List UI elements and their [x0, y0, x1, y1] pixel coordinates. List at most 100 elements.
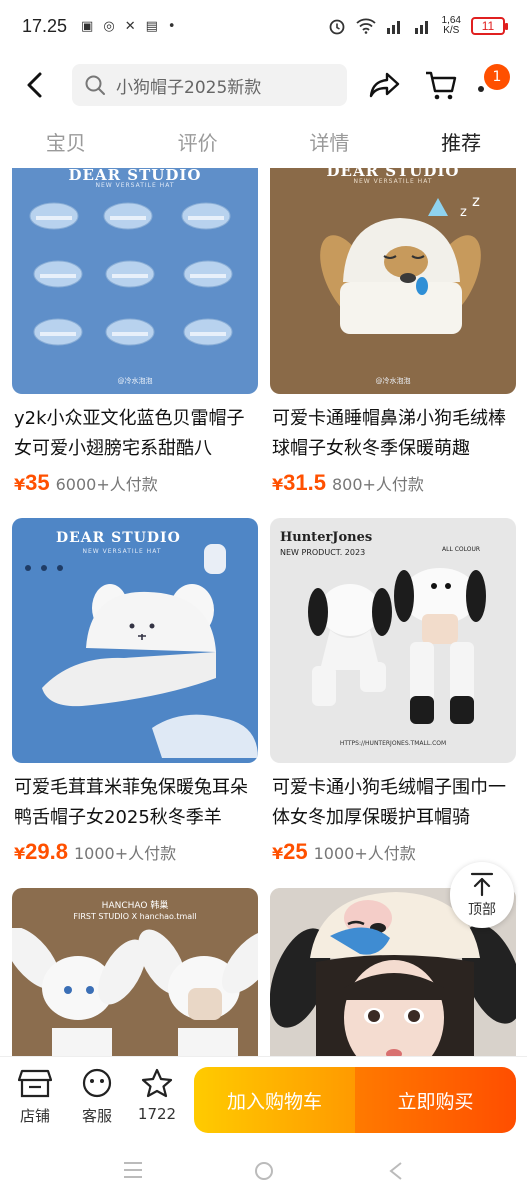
image-sub-text: NEW PRODUCT. 2023	[280, 548, 366, 557]
currency-symbol: ¥	[272, 844, 284, 863]
product-price: 25	[283, 839, 308, 864]
whatsapp-icon: ◎	[103, 18, 115, 34]
product-card[interactable]: HANCHAO 韩巢 FIRST STUDIO X hanchao.tmall	[12, 888, 258, 1056]
product-title: 可爱卡通小狗毛绒帽子围巾一体女冬加厚保暖护耳帽骑	[272, 777, 506, 828]
app-notification-icon: ▤	[145, 18, 158, 34]
buy-now-button[interactable]: 立即购买	[355, 1067, 516, 1133]
detail-tabs: 宝贝 评价 详情 推荐	[0, 118, 527, 168]
store-button[interactable]: 店铺	[8, 1067, 62, 1126]
recommend-grid: DEAR STUDIO NEW VERSATILE HAT @冷水泡泡 y2k小…	[0, 168, 527, 1056]
home-circle-icon	[255, 1162, 273, 1180]
bunny-cap-illustration	[25, 544, 258, 758]
sold-count: 1000+人付款	[313, 844, 416, 863]
product-image: HunterJones NEW PRODUCT. 2023 ALL COLOUR…	[270, 518, 516, 763]
product-title: y2k小众亚文化蓝色贝雷帽子女可爱小翅膀宅系甜酷八	[14, 408, 245, 459]
price-row: ¥ 35 6000+人付款	[12, 470, 258, 496]
beret-hats-illustration	[29, 202, 233, 346]
customer-service-button[interactable]: 客服	[70, 1067, 124, 1126]
product-card[interactable]: DEAR STUDIO NEW VERSATILE HAT 可爱毛茸茸米菲兔保暖…	[12, 518, 258, 865]
search-placeholder: 小狗帽子2025新款	[116, 77, 262, 98]
product-card[interactable]: DEAR STUDIO NEW VERSATILE HAT z z @冷水泡泡 …	[270, 168, 516, 496]
image-tag-text: ALL COLOUR	[442, 546, 481, 553]
search-icon	[85, 75, 105, 95]
product-card[interactable]: DEAR STUDIO NEW VERSATILE HAT @冷水泡泡 y2k小…	[12, 168, 258, 496]
image-brand-text: HANCHAO 韩巢	[101, 901, 169, 911]
product-image: DEAR STUDIO NEW VERSATILE HAT	[12, 518, 258, 763]
back-triangle-icon	[389, 1162, 402, 1180]
sold-count: 6000+人付款	[55, 475, 158, 494]
product-image: DEAR STUDIO NEW VERSATILE HAT @冷水泡泡	[12, 168, 258, 394]
product-price: 35	[25, 470, 50, 495]
image-brand-text: HunterJones	[280, 530, 373, 545]
x-app-icon: ✕	[124, 18, 136, 34]
favorite-button[interactable]: 1722	[130, 1067, 184, 1123]
share-button[interactable]	[368, 70, 402, 102]
product-title: 可爱卡通睡帽鼻涕小狗毛绒棒球帽子女秋冬季保暖萌趣	[272, 408, 506, 459]
currency-symbol: ¥	[14, 844, 26, 863]
line-app-icon: ▣	[81, 18, 94, 34]
cinnamoroll-hats-illustration	[12, 928, 258, 1056]
product-image: DEAR STUDIO NEW VERSATILE HAT z z @冷水泡泡	[270, 168, 516, 394]
image-sub-text: NEW VERSATILE HAT	[353, 178, 433, 185]
image-sub-text: FIRST STUDIO X hanchao.tmall	[73, 912, 197, 921]
tab-items[interactable]: 宝贝	[0, 118, 132, 168]
puppy-cap-illustration: z z	[320, 192, 481, 334]
recents-button[interactable]	[122, 1160, 144, 1184]
svg-text:z: z	[472, 192, 480, 210]
more-menu-button[interactable]: 1	[478, 64, 518, 104]
svg-text:z: z	[460, 205, 467, 220]
cart-button[interactable]	[424, 68, 458, 102]
cart-icon	[426, 71, 457, 100]
sold-count: 800+人付款	[331, 475, 424, 494]
network-speed: 1,64 K/S	[441, 15, 461, 36]
product-price: 31.5	[283, 470, 326, 495]
status-bar: 17.25 ▣ ◎ ✕ ▤ • 1,64 K/S 11	[0, 0, 527, 52]
bottom-action-bar: 店铺 客服 1722 加入购物车 立即购买	[0, 1056, 527, 1144]
store-icon	[17, 1069, 53, 1098]
search-input[interactable]: 小狗帽子2025新款	[72, 64, 347, 106]
sold-count: 1000+人付款	[73, 844, 177, 863]
signal-icon	[386, 21, 400, 34]
product-title: 可爱毛茸茸米菲兔保暖兔耳朵鸭舌帽子女2025秋冬季羊	[14, 777, 248, 828]
alarm-icon	[329, 19, 344, 35]
message-badge: 1	[484, 64, 510, 90]
back-to-top-button[interactable]: 顶部	[450, 862, 514, 928]
tab-reviews[interactable]: 评价	[132, 118, 264, 168]
system-navigation-bar	[0, 1144, 527, 1200]
add-to-cart-button[interactable]: 加入购物车	[194, 1067, 355, 1133]
image-url-text: HTTPS://HUNTERJONES.TMALL.COM	[339, 740, 447, 747]
share-icon	[369, 72, 400, 98]
back-button[interactable]	[20, 68, 50, 102]
image-sub-text: NEW VERSATILE HAT	[95, 182, 175, 189]
more-notifications-dot: •	[167, 18, 176, 34]
favorite-count: 1722	[137, 1105, 177, 1123]
more-dots-icon	[478, 86, 484, 92]
store-label: 店铺	[19, 1107, 50, 1125]
product-price: 29.8	[25, 839, 68, 864]
product-image: HANCHAO 韩巢 FIRST STUDIO X hanchao.tmall	[12, 888, 258, 1056]
currency-symbol: ¥	[272, 475, 284, 494]
search-header: 小狗帽子2025新款 1	[0, 58, 527, 112]
image-credit: @冷水泡泡	[117, 377, 153, 385]
battery-indicator: 11	[471, 17, 508, 35]
product-card[interactable]: HunterJones NEW PRODUCT. 2023 ALL COLOUR…	[270, 518, 516, 865]
arrow-up-icon	[470, 872, 494, 897]
back-arrow-icon	[27, 72, 42, 98]
customer-service-label: 客服	[81, 1107, 112, 1125]
price-row: ¥ 31.5 800+人付款	[270, 470, 516, 496]
back-nav-button[interactable]	[386, 1160, 406, 1186]
star-icon	[141, 1068, 173, 1098]
menu-lines-icon	[124, 1162, 142, 1178]
chat-face-icon	[82, 1068, 112, 1098]
puppy-scarf-hat-illustration	[308, 568, 486, 724]
status-time: 17.25	[22, 15, 68, 36]
image-credit: @冷水泡泡	[375, 377, 411, 385]
back-to-top-label: 顶部	[468, 902, 496, 918]
tab-details[interactable]: 详情	[264, 118, 396, 168]
wifi-icon	[355, 18, 376, 34]
tab-recommend[interactable]: 推荐	[395, 118, 527, 168]
price-row: ¥ 29.8 1000+人付款	[12, 839, 258, 865]
signal-icon-2	[414, 21, 428, 34]
home-button[interactable]	[253, 1160, 275, 1186]
currency-symbol: ¥	[14, 475, 26, 494]
